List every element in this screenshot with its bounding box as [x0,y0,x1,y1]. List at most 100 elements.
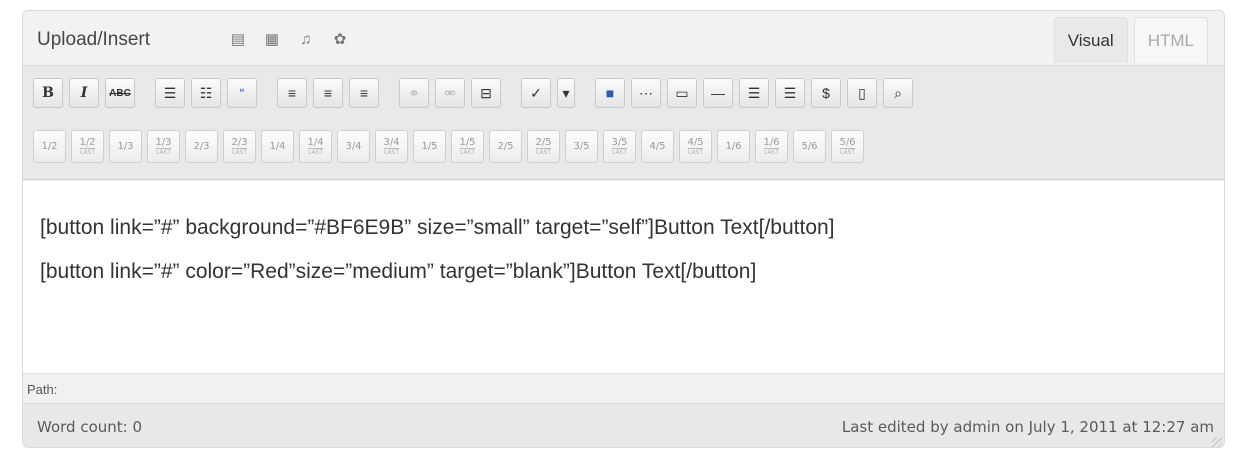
column-fraction-label: 1/5 [459,136,476,148]
column-last-label: LAST [839,147,856,156]
toolbar-separator [141,78,149,108]
column-1-5-last-button[interactable]: 1/5 LAST [451,130,484,163]
align-right-button[interactable]: ≡ [349,78,379,108]
column-3-5-button[interactable]: 3/5 [565,130,598,163]
column-last-label: LAST [611,147,628,156]
column-fraction-label: 1/6 [725,140,742,152]
unordered-list-button[interactable]: ☰ [155,78,185,108]
column-fraction-label: 2/3 [231,136,248,148]
column-2-3-button[interactable]: 2/3 [185,130,218,163]
column-1-6-button[interactable]: 1/6 [717,130,750,163]
column-2-3-last-button[interactable]: 2/3 LAST [223,130,256,163]
column-1-3-last-button[interactable]: 1/3 LAST [147,130,180,163]
column-fraction-label: 5/6 [839,136,856,148]
search-button[interactable]: ⌕ [883,78,913,108]
column-3-4-button[interactable]: 3/4 [337,130,370,163]
column-fraction-label: 4/5 [687,136,704,148]
word-count: Word count: 0 [37,418,143,436]
video-icon[interactable]: ▦ [262,29,282,49]
column-4-5-button[interactable]: 4/5 [641,130,674,163]
column-last-label: LAST [535,147,552,156]
align-left-button[interactable]: ≡ [277,78,307,108]
kitchen-sink-button[interactable]: ⋯ [631,78,661,108]
column-fraction-label: 3/5 [611,136,628,148]
column-fraction-label: 1/5 [421,140,438,152]
tab-html[interactable]: HTML [1133,17,1208,63]
column-fraction-label: 3/5 [573,140,590,152]
spellcheck-dropdown[interactable]: ▾ [557,78,575,108]
column-fraction-label: 2/3 [193,140,210,152]
shortcode-line: [button link=”#” background=”#BF6E9B” si… [40,216,835,239]
status-bar: Word count: 0 Last edited by admin on Ju… [23,403,1224,447]
column-4-5-last-button[interactable]: 4/5 LAST [679,130,712,163]
column-2-5-button[interactable]: 2/5 [489,130,522,163]
column-last-label: LAST [687,147,704,156]
unlink-button[interactable]: ⚮ [435,78,465,108]
column-last-label: LAST [231,147,248,156]
column-last-label: LAST [383,147,400,156]
shortcode-button-5[interactable]: $ [811,78,841,108]
toolbar-separator [507,78,515,108]
column-3-5-last-button[interactable]: 3/5 LAST [603,130,636,163]
column-1-4-button[interactable]: 1/4 [261,130,294,163]
audio-icon[interactable]: ♫ [296,29,316,49]
strikethrough-button[interactable]: ABC [105,78,135,108]
tab-visual[interactable]: Visual [1053,17,1128,63]
last-edited-info: Last edited by admin on July 1, 2011 at … [841,418,1214,436]
column-1-3-button[interactable]: 1/3 [109,130,142,163]
column-1-5-button[interactable]: 1/5 [413,130,446,163]
column-fraction-label: 4/5 [649,140,666,152]
shortcode-line: [button link=”#” color=”Red”size=”medium… [40,260,757,283]
image-icon[interactable]: ▤ [228,29,248,49]
column-5-6-last-button[interactable]: 5/6 LAST [831,130,864,163]
column-fraction-label: 3/4 [345,140,362,152]
shortcode-button-1[interactable]: ▭ [667,78,697,108]
column-fraction-label: 1/3 [117,140,134,152]
path-label: Path: [27,382,58,397]
column-fraction-label: 3/4 [383,136,400,148]
toolbar-separator [581,78,589,108]
column-last-label: LAST [155,147,172,156]
shortcode-button-4[interactable]: ☰ [775,78,805,108]
column-fraction-label: 1/3 [155,136,172,148]
column-1-2-button[interactable]: 1/2 [33,130,66,163]
align-center-button[interactable]: ≡ [313,78,343,108]
spellcheck-button[interactable]: ✓ [521,78,551,108]
column-fraction-label: 1/4 [269,140,286,152]
column-1-4-last-button[interactable]: 1/4 LAST [299,130,332,163]
column-fraction-label: 1/2 [41,140,58,152]
media-icon[interactable]: ✿ [330,29,350,49]
italic-button[interactable]: I [69,78,99,108]
shortcode-button-6[interactable]: ▯ [847,78,877,108]
shortcode-button-3[interactable]: ☰ [739,78,769,108]
column-2-5-last-button[interactable]: 2/5 LAST [527,130,560,163]
column-1-6-last-button[interactable]: 1/6 LAST [755,130,788,163]
toolbar-row-formatting: B I ABC ☰ ☷ “≡ ≡ ≡ ⚭ ⚮ ⊟ ✓ ▾ ■ ⋯ ▭ — ☰ ☰ $ ▯ ⌕ [33,78,913,108]
column-last-label: LAST [459,147,476,156]
shortcode-button-2[interactable]: — [703,78,733,108]
resize-grip-icon[interactable] [1212,437,1222,447]
editor-frame: Upload/Insert ▤ ▦ ♫ ✿ Visual HTML B I ABC ☰… [22,10,1225,448]
fullscreen-button[interactable]: ■ [595,78,625,108]
column-fraction-label: 2/5 [497,140,514,152]
ordered-list-button[interactable]: ☷ [191,78,221,108]
editor-content[interactable]: [button link=”#” background=”#BF6E9B” si… [23,181,1224,373]
column-3-4-last-button[interactable]: 3/4 LAST [375,130,408,163]
column-fraction-label: 5/6 [801,140,818,152]
column-last-label: LAST [763,147,780,156]
toolbar-row-columns: 1/2 1/2 LAST 1/3 1/3 LAST 2/3 2/3 LAST 1/4 1/4 LAST… [33,130,864,163]
bold-button[interactable]: B [33,78,63,108]
toolbar-separator [385,78,393,108]
column-fraction-label: 1/2 [79,136,96,148]
insert-link-button[interactable]: ⚭ [399,78,429,108]
column-last-label: LAST [79,147,96,156]
media-buttons: ▤ ▦ ♫ ✿ [228,29,350,49]
editor-topbar: Upload/Insert ▤ ▦ ♫ ✿ Visual HTML [23,11,1224,65]
blockquote-button[interactable]: “ [227,78,257,108]
column-5-6-button[interactable]: 5/6 [793,130,826,163]
column-last-label: LAST [307,147,324,156]
insert-more-button[interactable]: ⊟ [471,78,501,108]
column-1-2-last-button[interactable]: 1/2 LAST [71,130,104,163]
column-fraction-label: 1/4 [307,136,324,148]
toolbar-separator [263,78,271,108]
